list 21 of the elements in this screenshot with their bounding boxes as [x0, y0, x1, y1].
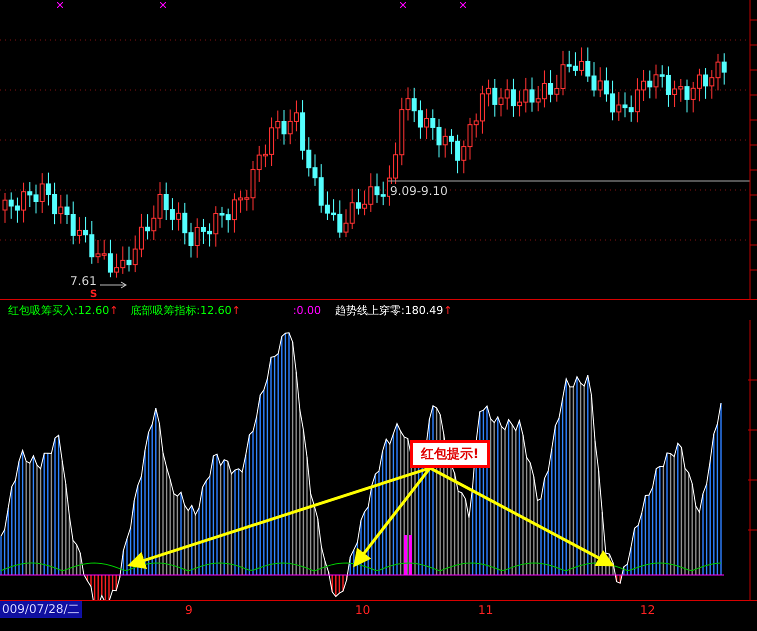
sell-signal-label: S	[90, 290, 98, 300]
cross-mark-icon	[160, 2, 166, 8]
month-label: 11	[478, 603, 494, 617]
up-arrow-label: ↑	[109, 304, 118, 316]
indicator-value-label: 趋势线上穿零:180.49	[335, 302, 444, 318]
cross-mark-icon	[400, 2, 406, 8]
cross-mark-icon	[57, 2, 63, 8]
month-label: 10	[355, 603, 370, 617]
indicator-value-label: 底部吸筹指标:12.60	[130, 302, 232, 318]
indicator-value-label: :0.00	[292, 304, 322, 316]
price-range-label: 9.09-9.10	[390, 184, 448, 198]
month-label: 9	[185, 603, 193, 617]
up-arrow-label: ↑	[232, 304, 241, 316]
cross-mark-icon	[460, 2, 466, 8]
month-label: 12	[640, 603, 656, 617]
indicator-value-label: 红包吸筹买入:12.60	[8, 302, 110, 318]
start-date-label: 009/07/28/二	[0, 601, 82, 618]
low-price-label: 7.61	[70, 274, 97, 288]
pointer-arrow-icon	[100, 281, 128, 289]
up-arrow-label: ↑	[443, 304, 452, 316]
callout-label: 红包提示!	[410, 440, 490, 468]
